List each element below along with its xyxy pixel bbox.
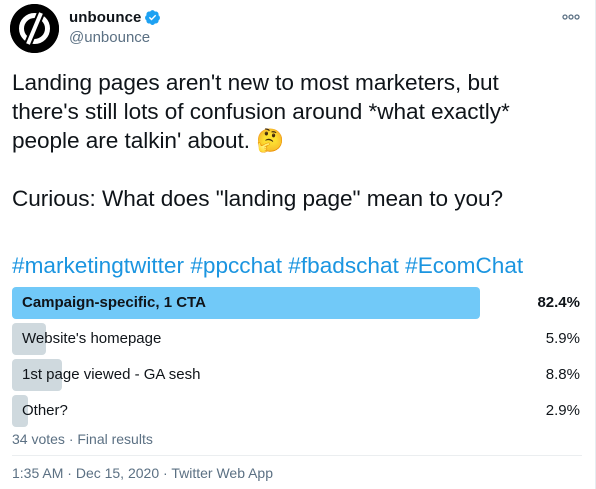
tweet-time[interactable]: 1:35 AM (12, 465, 63, 481)
unbounce-logo-icon (10, 4, 59, 53)
poll-option-label: Campaign-specific, 1 CTA (22, 294, 206, 311)
poll-option-label: Website's homepage (22, 330, 162, 347)
poll-option: Campaign-specific, 1 CTA 82.4% (12, 287, 582, 319)
tweet-line-text: people are talkin' about. (12, 128, 250, 153)
tweet-source[interactable]: Twitter Web App (171, 465, 273, 481)
tweet-timestamp: 1:35 AM · Dec 15, 2020 · Twitter Web App (12, 465, 274, 481)
thinking-face-emoji: 🤔 (256, 128, 285, 153)
poll-option-percent: 82.4% (537, 294, 580, 311)
poll-option-percent: 5.9% (545, 330, 580, 347)
tweet-line: people are talkin' about. 🤔 (12, 126, 582, 155)
handle[interactable]: @unbounce (69, 29, 150, 46)
hashtag-link[interactable]: #marketingtwitter (12, 253, 184, 278)
poll-option: Other? 2.9% (12, 395, 582, 427)
more-options-icon[interactable] (560, 10, 582, 24)
hashtag-link[interactable]: #fbadschat (288, 253, 399, 278)
hashtag-list: #marketingtwitter #ppcchat #fbadschat #E… (12, 251, 523, 280)
divider (12, 455, 582, 456)
poll-option: 1st page viewed - GA sesh 8.8% (12, 359, 582, 391)
tweet-line: Curious: What does "landing page" mean t… (12, 186, 504, 211)
tweet-line: Landing pages aren't new to most markete… (12, 70, 499, 95)
poll: Campaign-specific, 1 CTA 82.4% Website's… (12, 287, 582, 431)
avatar[interactable] (10, 4, 59, 53)
display-name[interactable]: unbounce (69, 9, 141, 26)
verified-badge-icon (145, 9, 161, 25)
poll-option-label: Other? (22, 402, 68, 419)
author-name-row: unbounce (69, 6, 161, 28)
hashtag-link[interactable]: #ppcchat (190, 253, 282, 278)
poll-option: Website's homepage 5.9% (12, 323, 582, 355)
poll-option-label: 1st page viewed - GA sesh (22, 366, 201, 383)
poll-option-percent: 8.8% (545, 366, 580, 383)
tweet-date[interactable]: Dec 15, 2020 (76, 465, 159, 481)
tweet-line: there's still lots of confusion around *… (12, 99, 510, 124)
tweet-card: unbounce @unbounce Landing pages aren't … (0, 0, 596, 489)
tweet-text: Landing pages aren't new to most markete… (12, 68, 582, 213)
poll-results-meta: 34 votes · Final results (12, 431, 153, 447)
hashtag-link[interactable]: #EcomChat (405, 253, 523, 278)
poll-option-percent: 2.9% (545, 402, 580, 419)
